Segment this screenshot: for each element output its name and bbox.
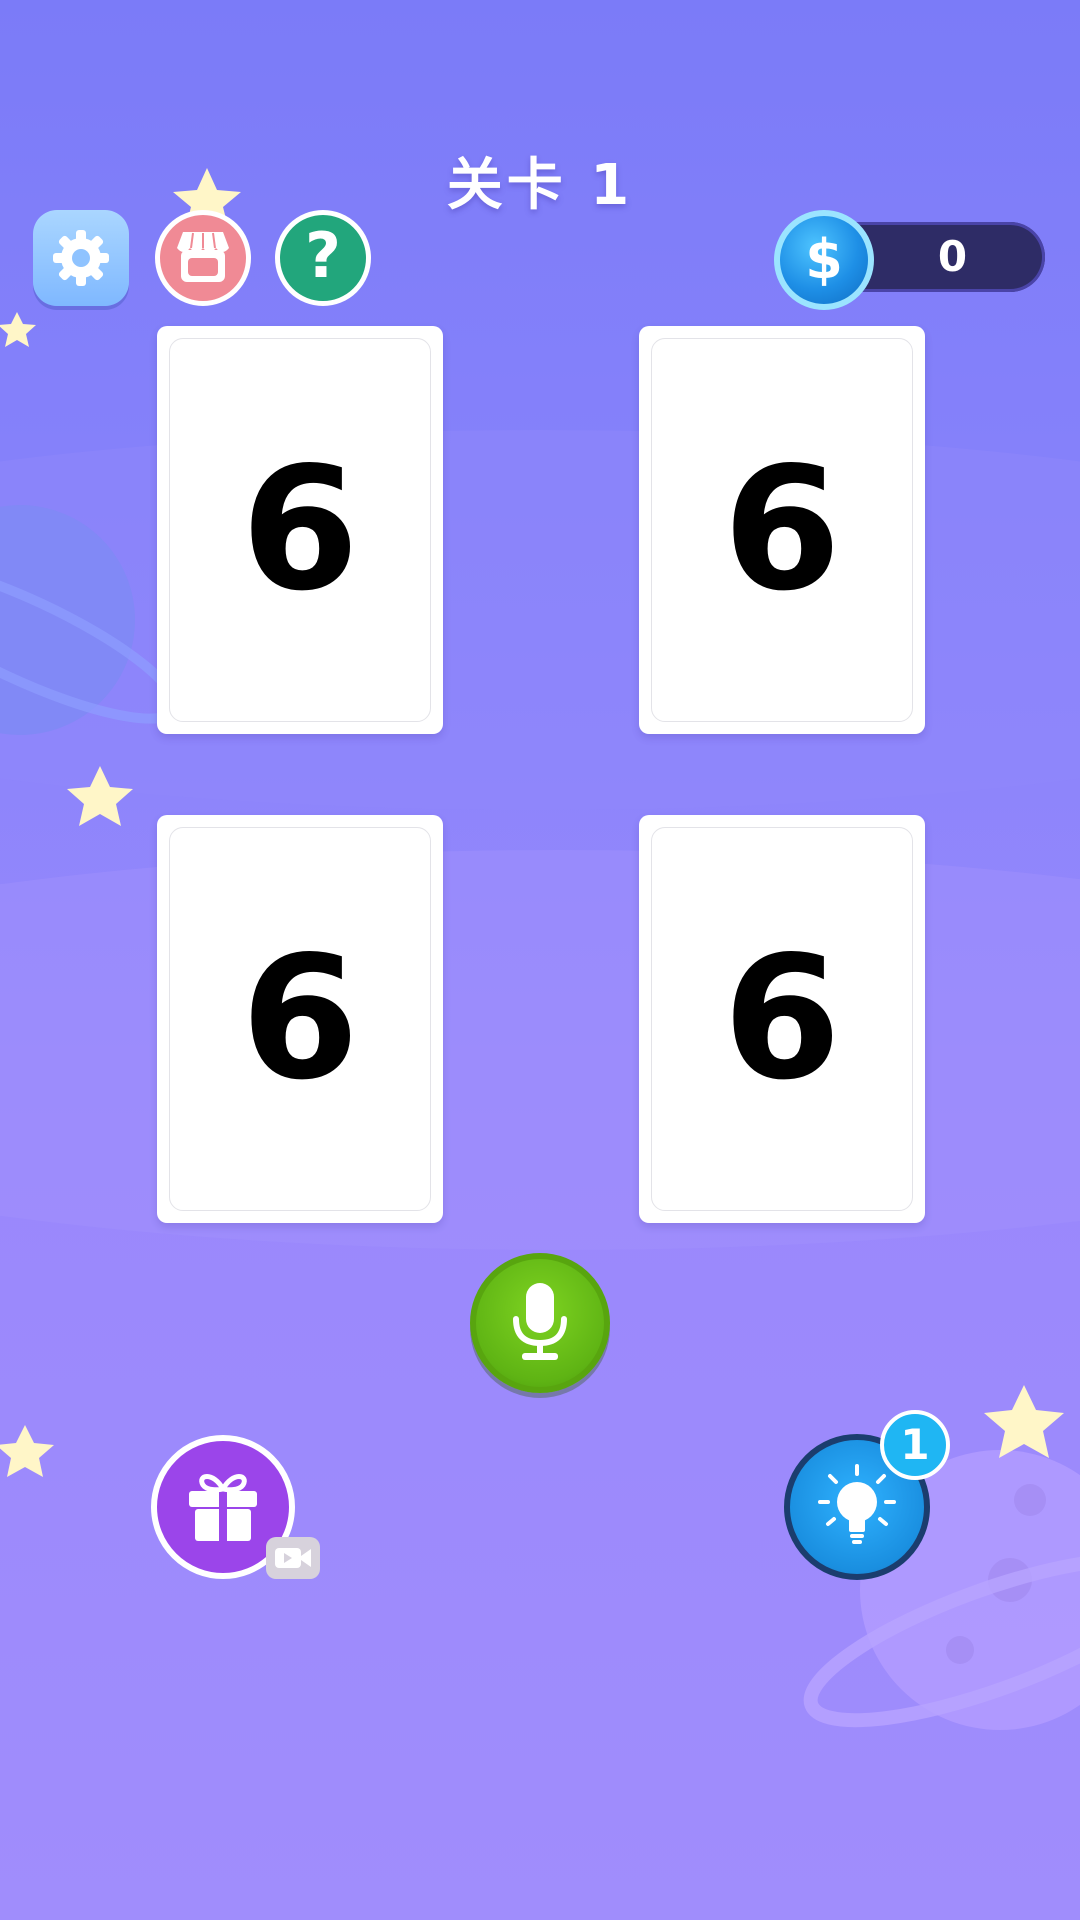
card-value: 6 [240, 920, 360, 1118]
star-icon [67, 766, 133, 826]
shop-icon [177, 232, 229, 282]
card-value: 6 [722, 920, 842, 1118]
card-value: 6 [722, 431, 842, 629]
level-title: 关卡 1 [446, 153, 634, 218]
help-button[interactable]: ? [275, 210, 371, 306]
star-icon [0, 1425, 54, 1477]
shop-button[interactable] [155, 210, 251, 306]
question-mark-icon: ? [305, 219, 341, 292]
light-bulb-icon [818, 1464, 896, 1544]
microphone-button[interactable] [470, 1253, 610, 1393]
microphone-icon [513, 1283, 567, 1360]
hint-count-badge: 1 [880, 1410, 950, 1480]
star-icon [984, 1385, 1064, 1458]
number-card[interactable]: 6 [639, 326, 925, 734]
card-face: 6 [169, 827, 431, 1211]
video-camera-icon [275, 1548, 311, 1568]
card-face: 6 [169, 338, 431, 722]
coin-icon: $ [774, 210, 874, 310]
dollar-icon: $ [805, 228, 843, 291]
gift-icon [189, 1474, 257, 1541]
settings-button[interactable] [33, 210, 129, 306]
gear-icon [53, 230, 109, 286]
video-ad-badge [266, 1537, 320, 1579]
number-card[interactable]: 6 [639, 815, 925, 1223]
card-face: 6 [651, 338, 913, 722]
number-card[interactable]: 6 [157, 815, 443, 1223]
card-value: 6 [240, 431, 360, 629]
coin-count: 0 [937, 232, 968, 281]
star-icon [0, 312, 36, 347]
card-face: 6 [651, 827, 913, 1211]
number-card[interactable]: 6 [157, 326, 443, 734]
